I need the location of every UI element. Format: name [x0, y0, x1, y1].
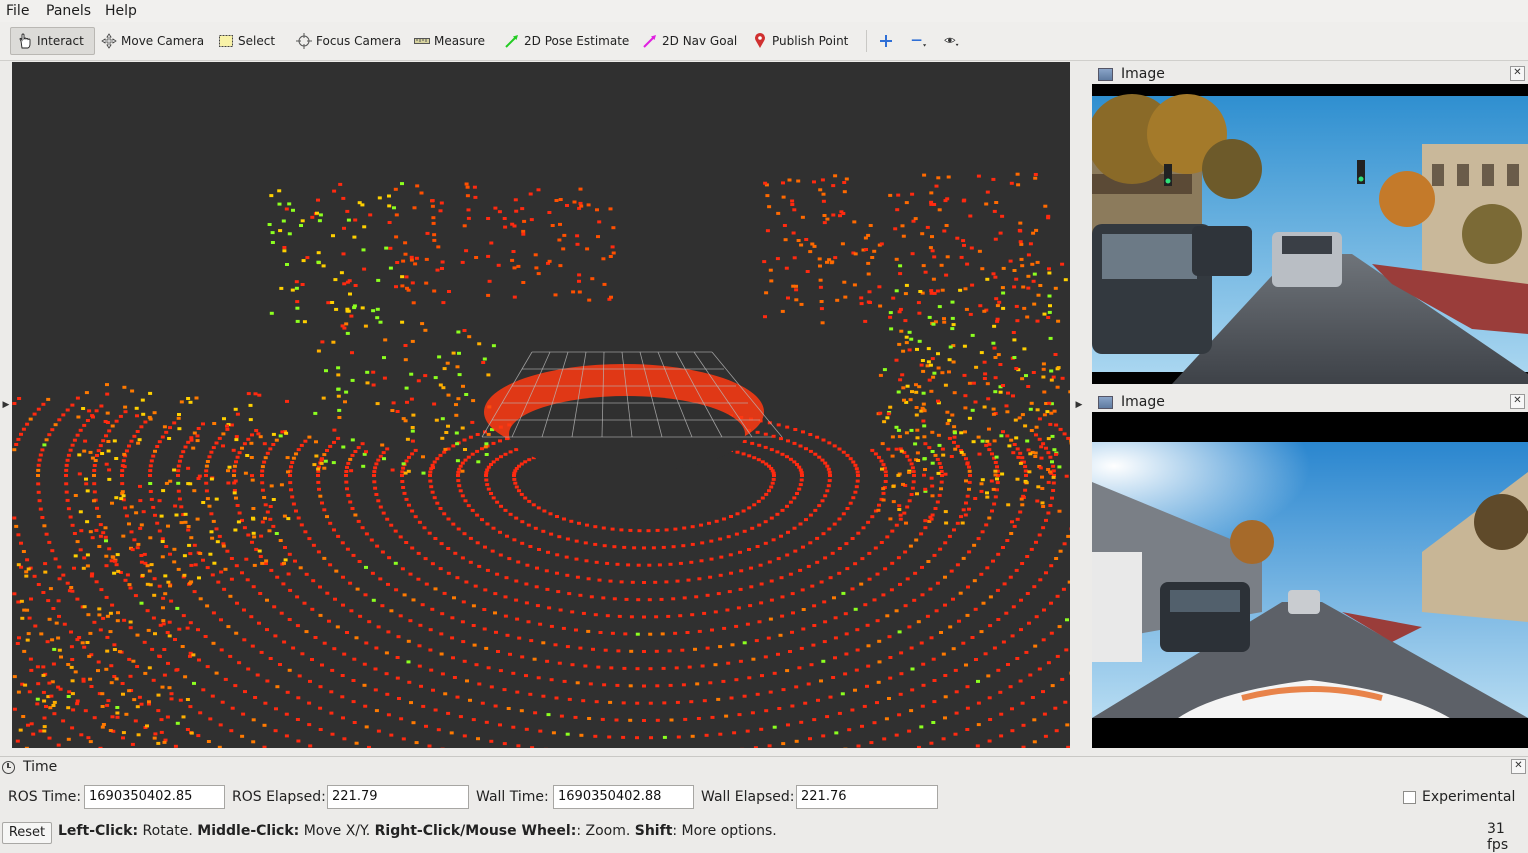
- pose-estimate-tool-button[interactable]: 2D Pose Estimate: [504, 27, 629, 55]
- 3d-render-viewport[interactable]: [12, 62, 1070, 748]
- ros-time-label: ROS Time:: [8, 789, 81, 805]
- image-panel-bottom: Image ✕: [1092, 390, 1528, 748]
- help-key: Left-Click:: [58, 823, 138, 839]
- panel-title: Image: [1121, 66, 1165, 82]
- toolbar-separator: [866, 30, 867, 52]
- minus-icon: [911, 33, 927, 49]
- image-panel-icon: [1098, 396, 1113, 409]
- interact-tool-button[interactable]: Interact: [10, 27, 95, 55]
- toolbar: Interact Move Camera Select Focus Camera…: [0, 22, 1528, 61]
- wall-time-field[interactable]: 1690350402.88: [553, 785, 694, 809]
- menu-panels[interactable]: Panels: [46, 3, 91, 19]
- move-camera-icon: [101, 33, 117, 49]
- reset-button[interactable]: Reset: [2, 822, 52, 844]
- help-desc: Rotate.: [138, 823, 197, 839]
- tool-label: 2D Pose Estimate: [524, 34, 629, 48]
- close-time-panel-button[interactable]: ✕: [1511, 759, 1526, 774]
- expand-right-icon: ▶: [1076, 400, 1083, 410]
- tool-label: Select: [238, 34, 275, 48]
- help-text: Left-Click: Rotate. Middle-Click: Move X…: [58, 823, 777, 839]
- help-desc: : More options.: [672, 823, 776, 839]
- time-panel-title: Time: [23, 759, 57, 775]
- select-tool-button[interactable]: Select: [218, 27, 275, 55]
- help-key: Right-Click/Mouse Wheel:: [375, 823, 577, 839]
- ruler-icon: [414, 33, 430, 49]
- time-panel-header: Time: [2, 759, 57, 775]
- plus-icon: [878, 33, 894, 49]
- tool-label: Focus Camera: [316, 34, 401, 48]
- tool-visibility-button[interactable]: [944, 27, 964, 55]
- left-dock-splitter[interactable]: ▶: [0, 62, 12, 748]
- focus-camera-icon: [296, 33, 312, 49]
- help-desc: : Zoom.: [576, 823, 634, 839]
- publish-point-tool-button[interactable]: Publish Point: [752, 27, 848, 55]
- panel-title-bar: Image: [1092, 391, 1528, 413]
- focus-camera-tool-button[interactable]: Focus Camera: [296, 27, 401, 55]
- close-panel-button[interactable]: ✕: [1510, 394, 1525, 409]
- tool-label: Interact: [37, 34, 84, 48]
- measure-tool-button[interactable]: Measure: [414, 27, 485, 55]
- right-dock-splitter[interactable]: ▶: [1070, 62, 1088, 748]
- experimental-checkbox[interactable]: [1403, 791, 1416, 804]
- wall-elapsed-label: Wall Elapsed:: [701, 789, 794, 805]
- image-panel-top: Image ✕: [1092, 62, 1528, 384]
- camera-image-wide: [1092, 412, 1528, 748]
- street-scene-image: [1092, 84, 1528, 384]
- tool-label: 2D Nav Goal: [662, 34, 737, 48]
- menu-bar: File Panels Help: [0, 0, 1528, 22]
- help-key: Shift: [635, 823, 673, 839]
- lidar-point-cloud: [12, 62, 1070, 748]
- ros-elapsed-label: ROS Elapsed:: [232, 789, 326, 805]
- menu-help[interactable]: Help: [105, 3, 137, 19]
- panel-title-bar: Image: [1092, 63, 1528, 85]
- wall-time-label: Wall Time:: [476, 789, 549, 805]
- expand-left-icon: ▶: [3, 400, 10, 410]
- panel-title: Image: [1121, 394, 1165, 410]
- help-desc: Move X/Y.: [299, 823, 374, 839]
- fps-counter: 31 fps: [1487, 821, 1528, 853]
- hand-pointer-icon: [17, 33, 33, 49]
- magenta-arrow-icon: [642, 33, 658, 49]
- nav-goal-tool-button[interactable]: 2D Nav Goal: [642, 27, 737, 55]
- eye-icon: [944, 33, 960, 49]
- wide-street-scene-image: [1092, 412, 1528, 748]
- ros-time-field[interactable]: 1690350402.85: [84, 785, 225, 809]
- ros-elapsed-field[interactable]: 221.79: [327, 785, 469, 809]
- select-box-icon: [218, 33, 234, 49]
- experimental-label: Experimental: [1422, 789, 1515, 805]
- add-tool-button[interactable]: [878, 27, 898, 55]
- tool-label: Move Camera: [121, 34, 204, 48]
- image-panel-icon: [1098, 68, 1113, 81]
- tool-label: Publish Point: [772, 34, 848, 48]
- menu-file[interactable]: File: [6, 3, 29, 19]
- map-pin-icon: [752, 33, 768, 49]
- green-arrow-icon: [504, 33, 520, 49]
- camera-image-front: [1092, 84, 1528, 384]
- close-panel-button[interactable]: ✕: [1510, 66, 1525, 81]
- wall-elapsed-field[interactable]: 221.76: [796, 785, 938, 809]
- remove-tool-button[interactable]: [911, 27, 931, 55]
- clock-icon: [2, 761, 15, 774]
- move-camera-tool-button[interactable]: Move Camera: [101, 27, 204, 55]
- ground-grid: [482, 352, 782, 472]
- help-key: Middle-Click:: [197, 823, 299, 839]
- tool-label: Measure: [434, 34, 485, 48]
